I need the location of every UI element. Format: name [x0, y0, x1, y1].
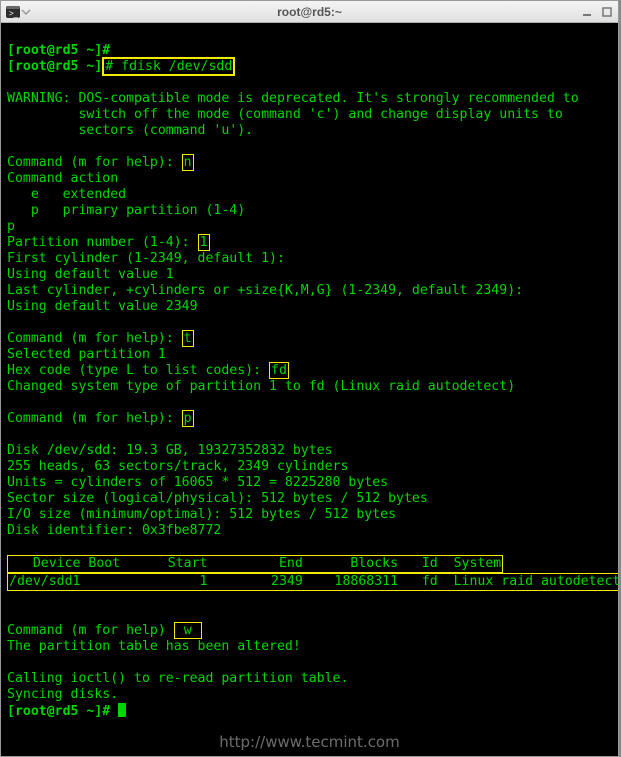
titlebar-left: >_ — [1, 4, 31, 20]
terminal-output[interactable]: [root@rd5 ~]# [root@rd5 ~]# fdisk /dev/s… — [1, 23, 618, 756]
window-title: root@rd5:~ — [1, 4, 618, 20]
warning-line: sectors (command 'u'). — [7, 123, 253, 138]
titlebar: >_ root@rd5:~ — [1, 1, 618, 23]
output-line: Changed system type of partition 1 to fd… — [7, 379, 515, 394]
output-line: Using default value 1 — [7, 267, 174, 282]
prompt-line: Command (m for help): n — [7, 154, 194, 171]
prompt-line: [root@rd5 ~]# — [7, 43, 110, 58]
prompt-line: Hex code (type L to list codes): fd — [7, 362, 289, 379]
terminal-window: >_ root@rd5:~ [root@rd5 ~]# [root@rd5 ~]… — [0, 0, 619, 757]
output-line: The partition table has been altered! — [7, 639, 301, 654]
highlight-input-t: t — [182, 330, 194, 347]
output-line: Units = cylinders of 16065 * 512 = 82252… — [7, 475, 388, 490]
output-line: First cylinder (1-2349, default 1): — [7, 251, 285, 266]
watermark: http://www.tecmint.com — [1, 734, 618, 750]
prompt-line: Command (m for help): p — [7, 410, 194, 427]
highlight-input-fd: fd — [269, 362, 289, 379]
output-line: Using default value 2349 — [7, 299, 198, 314]
output-line: Command action — [7, 171, 118, 186]
warning-line: switch off the mode (command 'c') and ch… — [7, 107, 563, 122]
prompt-line: [root@rd5 ~]# — [7, 704, 126, 719]
output-line: p primary partition (1-4) — [7, 203, 245, 218]
highlight-input-1: 1 — [198, 234, 210, 251]
highlight-input-p: p — [182, 410, 194, 427]
output-line: Disk /dev/sdd: 19.3 GB, 19327352832 byte… — [7, 443, 333, 458]
output-line: Disk identifier: 0x3fbe8772 — [7, 523, 221, 538]
output-line: Sector size (logical/physical): 512 byte… — [7, 491, 428, 506]
highlight-table-row: /dev/sdd1 1 2349 18868311 fd Linux raid … — [7, 573, 618, 591]
command-line: [root@rd5 ~]# fdisk /dev/sdd — [7, 57, 235, 76]
output-line: p — [7, 219, 15, 234]
output-line: Calling ioctl() to re-read partition tab… — [7, 671, 348, 686]
output-line: 255 heads, 63 sectors/track, 2349 cylind… — [7, 459, 348, 474]
output-line: Selected partition 1 — [7, 347, 166, 362]
prompt-line: Command (m for help) w — [7, 622, 202, 639]
highlight-command: # fdisk /dev/sdd — [102, 57, 235, 76]
highlight-input-n: n — [182, 154, 194, 171]
output-line: Last cylinder, +cylinders or +size{K,M,G… — [7, 283, 523, 298]
output-line: I/O size (minimum/optimal): 512 bytes / … — [7, 507, 396, 522]
maximize-button[interactable] — [600, 5, 614, 19]
titlebar-dropdown-icon[interactable] — [21, 7, 31, 17]
svg-text:>_: >_ — [9, 9, 19, 18]
prompt-line: Partition number (1-4): 1 — [7, 234, 210, 251]
highlight-input-w: w — [174, 622, 202, 639]
highlight-table-header: Device Boot Start End Blocks Id System — [7, 555, 503, 573]
warning-line: WARNING: DOS-compatible mode is deprecat… — [7, 91, 579, 106]
prompt-line: Command (m for help): t — [7, 330, 194, 347]
terminal-app-icon: >_ — [5, 4, 21, 20]
cursor — [118, 703, 126, 717]
output-line: e extended — [7, 187, 126, 202]
minimize-button[interactable] — [580, 5, 594, 19]
output-line: Syncing disks. — [7, 687, 118, 702]
